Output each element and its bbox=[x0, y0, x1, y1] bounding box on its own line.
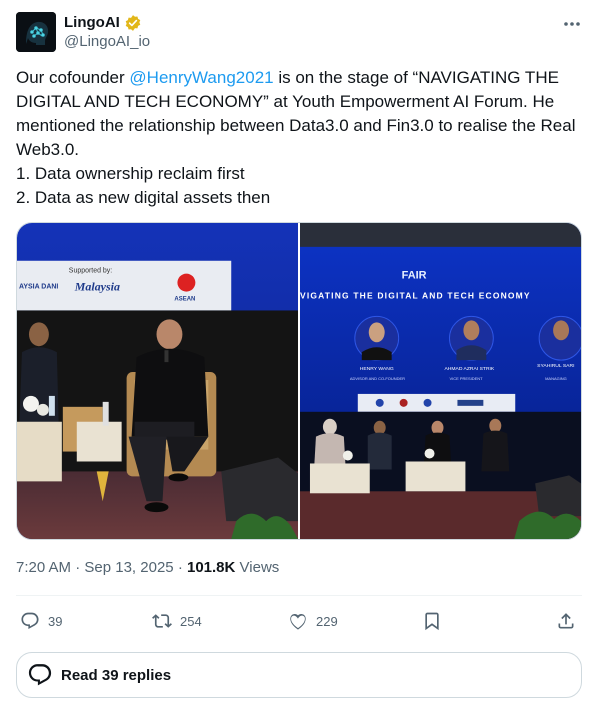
screen-title: VIGATING THE DIGITAL AND TECH ECONOMY bbox=[300, 291, 531, 301]
banner-label: Supported by: bbox=[69, 268, 112, 275]
author-info: LingoAI @LingoAI_io bbox=[64, 13, 150, 52]
share-button[interactable] bbox=[556, 606, 576, 636]
read-replies-button[interactable]: Read 39 replies bbox=[16, 652, 582, 698]
repost-count: 254 bbox=[180, 613, 202, 629]
brain-head-icon bbox=[16, 12, 56, 52]
avatar[interactable] bbox=[16, 12, 56, 52]
tweet-text: Our cofounder @HenryWang2021 is on the s… bbox=[16, 66, 582, 210]
tweet-meta: 7:20 AM · Sep 13, 2025 · 101.8K Views bbox=[16, 558, 279, 578]
reply-count: 39 bbox=[48, 613, 63, 629]
reply-bubble-icon bbox=[28, 664, 52, 686]
sponsor-text: Malaysia bbox=[74, 280, 120, 294]
action-bar: 39 254 229 bbox=[16, 606, 582, 636]
mention-link[interactable]: @HenryWang2021 bbox=[129, 68, 273, 87]
verified-badge-icon bbox=[125, 14, 141, 31]
share-icon bbox=[558, 613, 574, 629]
display-name[interactable]: LingoAI bbox=[64, 13, 120, 32]
speaker-role: VICE PRESIDENT bbox=[449, 376, 483, 381]
handle[interactable]: @LingoAI_io bbox=[64, 32, 150, 52]
event-logo: FAIR bbox=[402, 270, 427, 282]
sponsor-text: AYSIA DANI bbox=[19, 284, 58, 291]
speaker-name: HENRY WANG bbox=[360, 366, 394, 372]
bookmark-icon bbox=[425, 612, 439, 631]
meta-separator: · bbox=[177, 559, 183, 576]
repost-icon bbox=[152, 614, 172, 628]
media-grid: Supported by: AYSIA DANI Malaysia ASEAN bbox=[16, 222, 582, 540]
read-replies-label: Read 39 replies bbox=[61, 666, 172, 684]
views-label: Views bbox=[239, 559, 280, 576]
like-button[interactable]: 229 bbox=[288, 606, 338, 636]
tweet-text-part: Our cofounder bbox=[16, 68, 130, 87]
heart-icon bbox=[290, 613, 306, 630]
views-count: 101.8K bbox=[186, 559, 236, 576]
more-options-icon[interactable] bbox=[562, 14, 582, 34]
speaker-name: AHMAD AZRAI STRIK bbox=[444, 366, 494, 372]
tweet-header: LingoAI @LingoAI_io bbox=[16, 12, 582, 54]
tweet-text-part: is on the stage of “NAVIGATING THE DIGIT… bbox=[16, 68, 576, 207]
reply-icon bbox=[21, 612, 39, 629]
photo-left[interactable]: Supported by: AYSIA DANI Malaysia ASEAN bbox=[17, 223, 298, 539]
sponsor-text: ASEAN bbox=[174, 297, 195, 303]
speaker-role: MANAGING bbox=[545, 376, 567, 381]
tweet-time[interactable]: 7:20 AM bbox=[16, 559, 71, 576]
speaker-name: SYAHIRUL SARI bbox=[537, 363, 574, 369]
photo-right[interactable]: FAIR VIGATING THE DIGITAL AND TECH ECONO… bbox=[300, 223, 581, 539]
reply-button[interactable]: 39 bbox=[20, 606, 62, 636]
divider bbox=[16, 595, 582, 596]
tweet-date[interactable]: Sep 13, 2025 bbox=[84, 559, 173, 576]
meta-separator: · bbox=[75, 559, 81, 576]
bookmark-button[interactable] bbox=[422, 606, 442, 636]
like-count: 229 bbox=[316, 613, 338, 629]
repost-button[interactable]: 254 bbox=[152, 606, 202, 636]
speaker-role: ADVISOR AND CO-FOUNDER bbox=[350, 376, 405, 381]
